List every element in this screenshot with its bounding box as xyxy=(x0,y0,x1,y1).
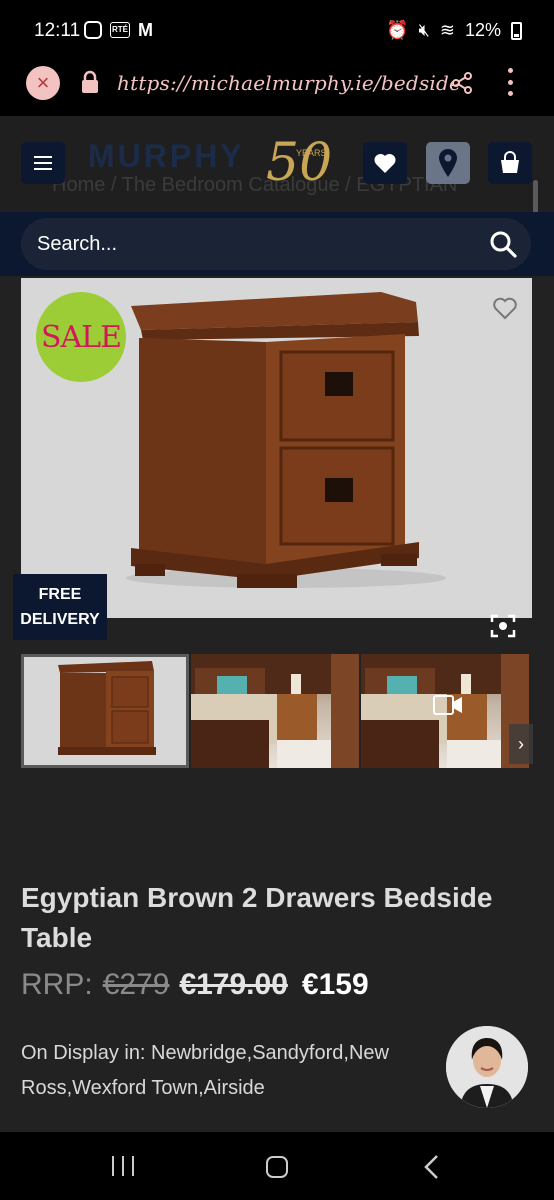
browser-url-bar: × https://michaelmurphy.ie/bedside xyxy=(0,58,554,114)
recent-apps-button[interactable] xyxy=(112,1156,134,1176)
wishlist-heart-icon[interactable] xyxy=(492,296,518,320)
product-page: SALE FREE DELIVERY › Egyptian Brown 2 Dr… xyxy=(0,276,554,1132)
next-image-button[interactable]: › xyxy=(509,724,533,764)
sale-price: €159 xyxy=(301,968,369,1001)
menu-icon xyxy=(34,152,52,174)
store-locator-button[interactable] xyxy=(426,142,470,184)
home-button[interactable] xyxy=(266,1156,288,1178)
android-nav-bar xyxy=(0,1132,554,1200)
close-tab-button[interactable]: × xyxy=(26,66,60,100)
fullscreen-icon[interactable] xyxy=(490,614,516,638)
location-pin-icon xyxy=(439,149,457,177)
rrp-price: €279 xyxy=(102,968,170,1001)
url-text[interactable]: https://michaelmurphy.ie/bedside xyxy=(117,71,461,95)
search-box[interactable] xyxy=(21,218,531,270)
price-row: RRP: €279 €179.00 €159 xyxy=(21,968,369,1002)
alarm-icon: ⏰ xyxy=(386,20,409,40)
heart-icon xyxy=(374,153,396,173)
search-icon[interactable] xyxy=(489,230,517,258)
product-main-image[interactable]: SALE xyxy=(21,278,532,618)
rrp-label: RRP: xyxy=(21,968,93,1001)
product-title: Egyptian Brown 2 Drawers Bedside Table xyxy=(21,882,493,953)
lock-icon[interactable] xyxy=(80,70,100,94)
svg-text:50: 50 xyxy=(266,133,332,193)
search-bar xyxy=(0,212,554,276)
status-time: 12:11 xyxy=(34,20,81,41)
battery-icon xyxy=(511,21,522,40)
sale-badge: SALE xyxy=(36,292,126,382)
mute-icon: 🔇︎ xyxy=(418,20,430,40)
was-price: €179.00 xyxy=(179,968,288,1001)
wifi-icon: ≋ xyxy=(439,20,455,40)
wishlist-button[interactable] xyxy=(363,142,407,184)
free-delivery-badge: FREE DELIVERY xyxy=(13,574,107,640)
back-button[interactable] xyxy=(420,1154,444,1180)
shopping-bag-icon xyxy=(501,151,519,173)
menu-button[interactable] xyxy=(21,142,65,184)
logo-50-years[interactable]: 50 YEARS xyxy=(262,126,342,206)
battery-percent: 12% xyxy=(464,20,501,40)
free-delivery-line2: DELIVERY xyxy=(20,611,100,628)
site-header: Home / The Bedroom Catalogue / EGYPTIAN … xyxy=(0,116,554,212)
status-bar: 12:11 RTÉ M ⏰ 🔇︎ ≋ 12% xyxy=(0,0,554,58)
display-locations: On Display in: Newbridge,Sandyford,New R… xyxy=(21,1042,389,1099)
thumbnail-2[interactable] xyxy=(191,654,359,768)
thumbnail-1[interactable] xyxy=(21,654,189,768)
free-delivery-line1: FREE xyxy=(38,586,82,603)
gmail-icon: M xyxy=(138,20,153,40)
search-input[interactable] xyxy=(37,218,457,270)
more-icon[interactable] xyxy=(506,68,514,96)
share-icon[interactable] xyxy=(450,71,474,95)
cart-button[interactable] xyxy=(488,142,532,184)
chevron-right-icon: › xyxy=(518,734,524,754)
close-icon: × xyxy=(36,70,50,95)
video-icon[interactable] xyxy=(433,694,463,716)
rte-icon: RTÉ xyxy=(110,22,130,38)
instagram-icon xyxy=(84,21,102,39)
svg-text:YEARS: YEARS xyxy=(296,148,327,158)
chat-agent-avatar[interactable] xyxy=(446,1026,528,1108)
logo-text[interactable]: MURPHY xyxy=(88,138,245,175)
